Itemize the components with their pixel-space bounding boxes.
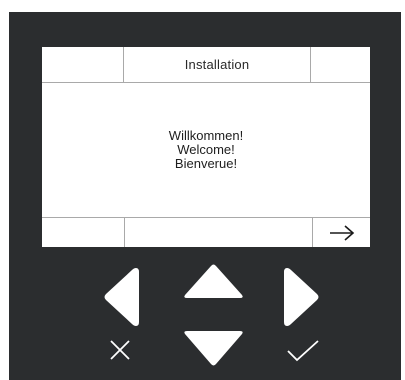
welcome-message: Willkommen! Welcome! Bienverue! (42, 83, 370, 217)
right-button[interactable] (284, 266, 320, 328)
triangle-up-icon (184, 264, 243, 298)
title-bar-right-cell (310, 47, 370, 82)
welcome-line-english: Welcome! (177, 142, 235, 157)
welcome-line-german: Willkommen! (168, 128, 244, 143)
triangle-right-icon (284, 268, 319, 326)
arrow-right-icon (329, 224, 354, 241)
check-icon (287, 340, 319, 362)
display-screen: Installation Willkommen! Welcome! Bienve… (42, 47, 370, 247)
welcome-line-french: Bienverue! (174, 156, 238, 171)
softkey-next[interactable] (312, 218, 370, 247)
left-button[interactable] (103, 266, 139, 328)
softkey-left[interactable] (42, 218, 125, 247)
down-button[interactable] (183, 331, 244, 367)
confirm-button[interactable] (286, 339, 320, 363)
title-bar-left-cell (42, 47, 124, 82)
x-icon (110, 340, 130, 360)
softkey-bar (42, 217, 370, 247)
cancel-button[interactable] (108, 338, 132, 362)
screen-title: Installation (184, 57, 250, 72)
triangle-down-icon (184, 331, 243, 366)
up-button[interactable] (183, 263, 244, 298)
title-bar: Installation (42, 47, 370, 83)
triangle-left-icon (104, 268, 139, 326)
softkey-middle[interactable] (125, 218, 312, 247)
